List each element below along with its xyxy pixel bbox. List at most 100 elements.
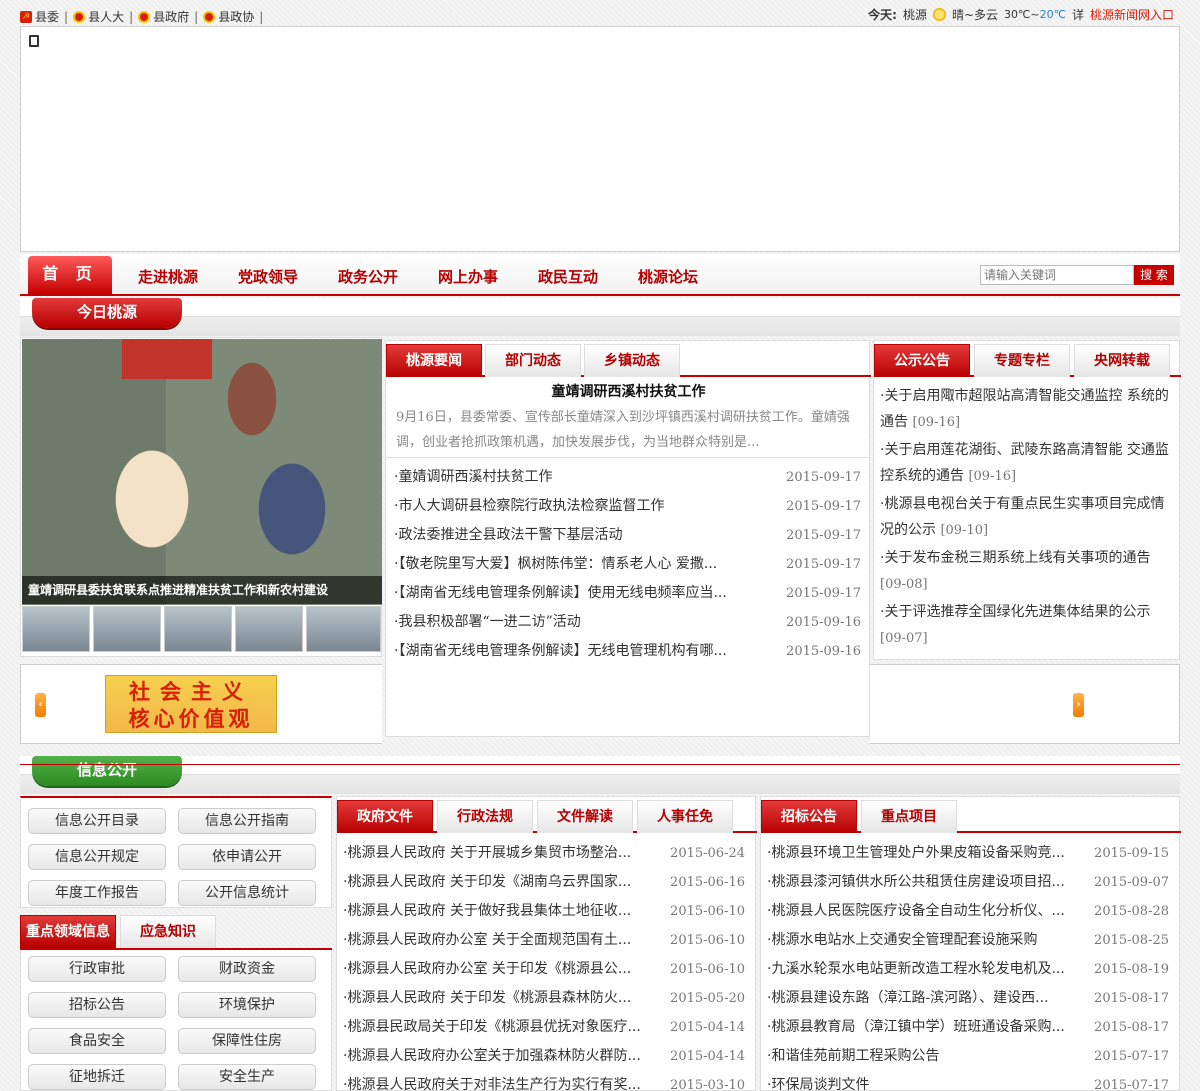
item-title[interactable]: ·桃源县人民政府 关于做好我县集体土地征收... (343, 897, 653, 926)
item-title[interactable]: ·【湖南省无线电管理条例解读】无线电管理机构有哪... (394, 637, 734, 666)
item-title[interactable]: ·童婧调研西溪村扶贫工作 (394, 463, 734, 492)
tab-news-main[interactable]: 桃源要闻 (386, 344, 482, 377)
list-item[interactable]: ·桃源县人民政府 关于开展城乡集贸市场整治... 2015-06-24 (337, 839, 755, 868)
list-item[interactable]: ·桃源县民政局关于印发《桃源县优抚对象医疗... 2015-04-14 (337, 1013, 755, 1042)
list-item[interactable]: ·桃源县建设东路（漳江路-滨河路）、建设西... 2015-08-17 (761, 984, 1179, 1013)
nav-item-services[interactable]: 网上办事 (438, 266, 498, 287)
item-title[interactable]: ·【湖南省无线电管理条例解读】使用无线电频率应当... (394, 579, 734, 608)
notice-item[interactable]: ·桃源县电视台关于有重点民生实事项目完成情况的公示 [09-10] (880, 491, 1172, 544)
notice-item[interactable]: ·关于评选推荐全国绿化先进集体结果的公示 [09-07] (880, 599, 1172, 652)
list-item[interactable]: ·桃源县人民政府办公室关于加强森林防火群防... 2015-04-14 (337, 1042, 755, 1071)
photo-thumbnail[interactable] (235, 606, 303, 652)
tab-tender-notices[interactable]: 招标公告 (761, 800, 857, 833)
item-title[interactable]: ·桃源县民政局关于印发《桃源县优抚对象医疗... (343, 1013, 653, 1042)
link-environment[interactable]: 环境保护 (178, 992, 316, 1018)
photo-thumbnail[interactable] (164, 606, 232, 652)
item-title[interactable]: ·桃源县人民医院医疗设备全自动生化分析仪、... (767, 897, 1077, 926)
link-food-safety[interactable]: 食品安全 (28, 1028, 166, 1054)
link-county-government[interactable]: 县政府 (153, 8, 189, 25)
link-housing[interactable]: 保障性住房 (178, 1028, 316, 1054)
item-title[interactable]: ·市人大调研县检察院行政执法检察监督工作 (394, 492, 734, 521)
nav-item-forum[interactable]: 桃源论坛 (638, 266, 698, 287)
link-work-safety[interactable]: 安全生产 (178, 1064, 316, 1090)
link-tenders[interactable]: 招标公告 (28, 992, 166, 1018)
link-annual-report[interactable]: 年度工作报告 (28, 880, 166, 906)
item-title[interactable]: ·我县积极部署“一进二访”活动 (394, 608, 734, 637)
item-title[interactable]: ·桃源县人民政府 关于印发《桃源县森林防火... (343, 984, 653, 1013)
weather-detail-link[interactable]: 详 (1072, 6, 1084, 23)
list-item[interactable]: ·桃源县环境卫生管理处户外果皮箱设备采购竞... 2015-09-15 (761, 839, 1179, 868)
item-title[interactable]: ·桃源县人民政府关于对非法生产行为实行有奖... (343, 1071, 653, 1091)
item-title[interactable]: ·桃源县人民政府办公室 关于印发《桃源县公... (343, 955, 653, 984)
list-item[interactable]: ·桃源县人民政府关于对非法生产行为实行有奖... 2015-03-10 (337, 1071, 755, 1091)
item-title[interactable]: ·桃源县人民政府 关于开展城乡集贸市场整治... (343, 839, 653, 868)
tab-interpretation[interactable]: 文件解读 (537, 800, 633, 833)
tab-central-reprints[interactable]: 央网转载 (1074, 344, 1170, 377)
item-title[interactable]: ·桃源水电站水上交通安全管理配套设施采购 (767, 926, 1077, 955)
notice-title[interactable]: ·桃源县电视台关于有重点民生实事项目完成情况的公示 (880, 496, 1164, 538)
list-item[interactable]: ·桃源县人民医院医疗设备全自动生化分析仪、... 2015-08-28 (761, 897, 1179, 926)
link-info-rules[interactable]: 信息公开规定 (28, 844, 166, 870)
notice-item[interactable]: ·关于启用莲花湖街、武陵东路高清智能 交通监控系统的通告 [09-16] (880, 437, 1172, 490)
list-item[interactable]: ·九溪水轮泵水电站更新改造工程水轮发电机及... 2015-08-19 (761, 955, 1179, 984)
tab-gov-documents[interactable]: 政府文件 (337, 800, 433, 833)
list-item[interactable]: ·【敬老院里写大爱】枫树陈伟堂：情系老人心 爱撒... 2015-09-17 (386, 550, 871, 579)
link-info-stats[interactable]: 公开信息统计 (178, 880, 316, 906)
list-item[interactable]: ·桃源县人民政府 关于印发《湖南乌云界国家... 2015-06-16 (337, 868, 755, 897)
list-item[interactable]: ·桃源县人民政府办公室 关于全面规范国有土... 2015-06-10 (337, 926, 755, 955)
list-item[interactable]: ·桃源县人民政府 关于印发《桃源县森林防火... 2015-05-20 (337, 984, 755, 1013)
link-info-catalog[interactable]: 信息公开目录 (28, 808, 166, 834)
list-item[interactable]: ·【湖南省无线电管理条例解读】无线电管理机构有哪... 2015-09-16 (386, 637, 871, 666)
carousel-prev-icon[interactable]: ‹ (35, 693, 46, 717)
nav-home[interactable]: 首 页 (28, 256, 112, 294)
search-input[interactable] (980, 265, 1134, 285)
link-info-guide[interactable]: 信息公开指南 (178, 808, 316, 834)
item-title[interactable]: ·桃源县教育局（漳江镇中学）班班通设备采购... (767, 1013, 1077, 1042)
list-item[interactable]: ·【湖南省无线电管理条例解读】使用无线电频率应当... 2015-09-17 (386, 579, 871, 608)
item-title[interactable]: ·政法委推进全县政法干警下基层活动 (394, 521, 734, 550)
nav-item-leaders[interactable]: 党政领导 (238, 266, 298, 287)
photo-caption[interactable]: 童靖调研县委扶贫联系点推进精准扶贫工作和新农村建设 (22, 576, 382, 604)
tab-topics[interactable]: 专题专栏 (974, 344, 1070, 377)
list-item[interactable]: ·桃源水电站水上交通安全管理配套设施采购 2015-08-25 (761, 926, 1179, 955)
link-land-expropriation[interactable]: 征地拆迁 (28, 1064, 166, 1090)
notice-title[interactable]: ·关于评选推荐全国绿化先进集体结果的公示 (880, 604, 1150, 620)
link-county-cppcc[interactable]: 县政协 (218, 8, 254, 25)
item-title[interactable]: ·桃源县人民政府办公室 关于全面规范国有土... (343, 926, 653, 955)
list-item[interactable]: ·桃源县漆河镇供水所公共租赁住房建设项目招... 2015-09-07 (761, 868, 1179, 897)
tab-regulations[interactable]: 行政法规 (437, 800, 533, 833)
list-item[interactable]: ·桃源县人民政府办公室 关于印发《桃源县公... 2015-06-10 (337, 955, 755, 984)
photo-thumbnail[interactable] (22, 606, 90, 652)
list-item[interactable]: ·我县积极部署“一进二访”活动 2015-09-16 (386, 608, 871, 637)
notice-title[interactable]: ·关于发布金税三期系统上线有关事项的通告 (880, 550, 1150, 566)
link-info-request[interactable]: 依申请公开 (178, 844, 316, 870)
list-item[interactable]: ·环保局谈判文件 2015-07-17 (761, 1071, 1179, 1091)
list-item[interactable]: ·市人大调研县检察院行政执法检察监督工作 2015-09-17 (386, 492, 871, 521)
list-item[interactable]: ·政法委推进全县政法干警下基层活动 2015-09-17 (386, 521, 871, 550)
core-values-banner[interactable]: 社会主义 核心价值观 (105, 675, 277, 733)
news-photo[interactable] (22, 339, 382, 605)
notice-item[interactable]: ·关于发布金税三期系统上线有关事项的通告 [09-08] (880, 545, 1172, 598)
tab-key-areas[interactable]: 重点领域信息 (20, 915, 116, 948)
list-item[interactable]: ·桃源县教育局（漳江镇中学）班班通设备采购... 2015-08-17 (761, 1013, 1179, 1042)
carousel-next-icon[interactable]: › (1073, 693, 1084, 717)
item-title[interactable]: ·桃源县人民政府办公室关于加强森林防火群防... (343, 1042, 653, 1071)
list-item[interactable]: ·和谐佳苑前期工程采购公告 2015-07-17 (761, 1042, 1179, 1071)
link-fiscal-funds[interactable]: 财政资金 (178, 956, 316, 982)
tab-news-departments[interactable]: 部门动态 (485, 344, 581, 377)
item-title[interactable]: ·桃源县漆河镇供水所公共租赁住房建设项目招... (767, 868, 1077, 897)
list-item[interactable]: ·桃源县人民政府 关于做好我县集体土地征收... 2015-06-10 (337, 897, 755, 926)
photo-thumbnail[interactable] (93, 606, 161, 652)
item-title[interactable]: ·环保局谈判文件 (767, 1071, 1077, 1091)
nav-item-about[interactable]: 走进桃源 (138, 266, 198, 287)
tab-appointments[interactable]: 人事任免 (637, 800, 733, 833)
notice-item[interactable]: ·关于启用陬市超限站高清智能交通监控 系统的通告 [09-16] (880, 383, 1172, 436)
list-item[interactable]: ·童婧调研西溪村扶贫工作 2015-09-17 (386, 463, 871, 492)
link-county-committee[interactable]: 县委 (35, 8, 59, 25)
tab-news-towns[interactable]: 乡镇动态 (584, 344, 680, 377)
news-site-entry-link[interactable]: 桃源新闻网入口 (1090, 6, 1174, 23)
item-title[interactable]: ·桃源县人民政府 关于印发《湖南乌云界国家... (343, 868, 653, 897)
item-title[interactable]: ·和谐佳苑前期工程采购公告 (767, 1042, 1077, 1071)
photo-thumbnail[interactable] (306, 606, 381, 652)
item-title[interactable]: ·【敬老院里写大爱】枫树陈伟堂：情系老人心 爱撒... (394, 550, 734, 579)
